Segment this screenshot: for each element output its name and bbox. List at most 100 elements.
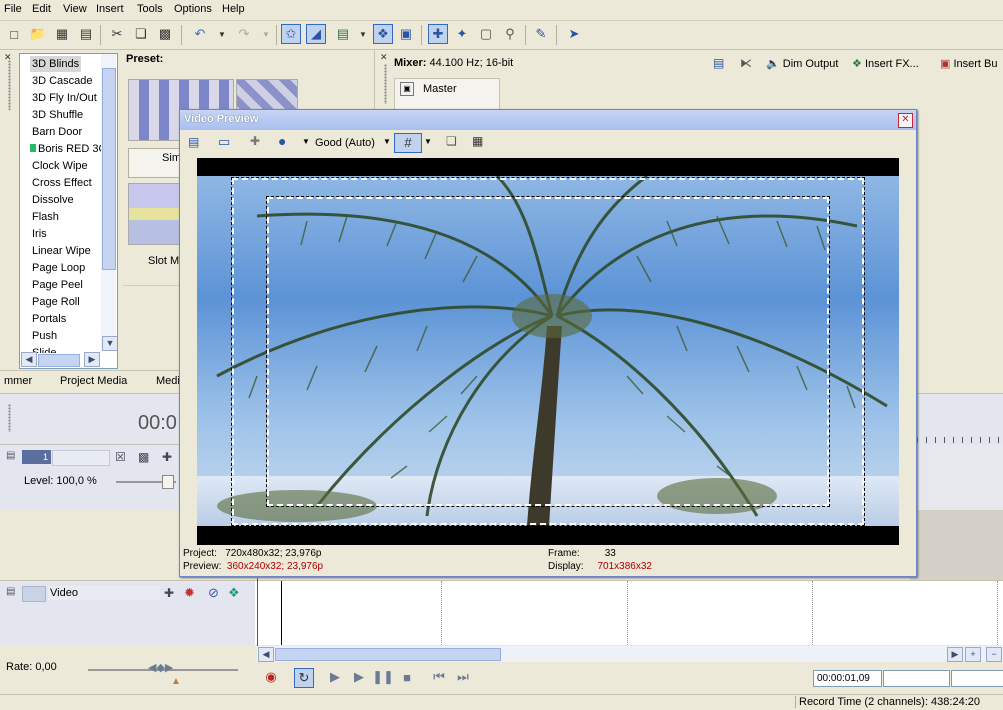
list-item[interactable]: Page Roll [32,294,80,310]
scroll-right-icon[interactable]: ▶ [947,647,963,662]
mixer-properties-icon[interactable]: ▤ [713,56,724,70]
track-collapse-icon[interactable]: ▤ [6,450,18,464]
menu-insert[interactable]: Insert [96,3,124,15]
scroll-right-icon[interactable]: ▶ [84,352,100,367]
track-name-field[interactable] [52,450,110,466]
menu-options[interactable]: Options [174,3,212,15]
preset-thumb-3[interactable] [128,183,182,245]
scroll-down-icon[interactable]: ▼ [102,336,117,351]
list-item[interactable]: Page Peel [32,277,83,293]
list-item[interactable]: 3D Shuffle [32,107,83,123]
list-item[interactable]: 3D Fly In/Out [32,90,97,106]
list-item[interactable]: Iris [32,226,47,242]
preset-item-1[interactable]: Sim [128,148,182,178]
list-item[interactable]: Portals [32,311,66,327]
redo-dropdown-icon[interactable]: ▼ [256,24,276,44]
redo-icon[interactable]: ↷ [234,24,254,44]
preview-properties-icon[interactable]: ▤ [188,135,199,149]
dim-output-button[interactable]: 🔈 Dim Output [766,57,838,70]
automation-icon[interactable]: ✚ [162,450,172,464]
menu-help[interactable]: Help [222,3,245,15]
timecode-field[interactable]: 00:00:01,09 [813,670,882,687]
list-item[interactable]: Clock Wipe [32,158,88,174]
properties-icon[interactable]: ▤ [76,24,96,44]
selection-length-field[interactable] [883,670,950,687]
play-from-start-icon[interactable]: ▶ [326,668,344,686]
video-track-lane[interactable] [255,580,1003,645]
master-fx-icon[interactable]: ▣ [400,82,414,96]
scroll-left-icon[interactable]: ◀ [21,352,37,367]
track-lane-event[interactable] [910,510,1003,580]
envelope-tool-icon[interactable]: ◢ [306,24,326,44]
automation-icon[interactable]: ✚ [164,586,174,600]
timeline-hscroll[interactable]: ◀ ▶ + − [257,646,1003,662]
zoom-in-icon[interactable]: + [965,647,981,662]
menu-file[interactable]: File [4,3,22,15]
hscroll-thumb[interactable] [275,648,501,661]
loop-playback-icon[interactable]: ↻ [294,668,314,688]
undo-dropdown-icon[interactable]: ▼ [212,24,232,44]
quantize-icon[interactable]: ▢ [476,24,496,44]
timeline-grip[interactable] [8,404,11,432]
insert-fx-button[interactable]: ❖ Insert FX... [852,57,919,70]
quality-dropdown-icon[interactable]: ▼ [383,137,391,146]
video-frame[interactable] [197,158,899,545]
go-to-end-icon[interactable]: ⏭ [454,668,472,686]
menu-edit[interactable]: Edit [32,3,51,15]
rate-slider-handle[interactable]: ◀◆▶ [148,661,173,674]
enable-snapping-icon[interactable]: ✦ [452,24,472,44]
list-item[interactable]: Push [32,328,57,344]
paste-icon[interactable]: ▩ [155,24,175,44]
mute-track-icon[interactable]: ⊘ [208,585,219,601]
panel-grip-left[interactable] [8,60,11,110]
preview-quality-dropdown[interactable]: Good (Auto) [315,137,375,149]
scroll-thumb[interactable] [102,68,116,270]
list-item[interactable]: Cross Effect [32,175,92,191]
close-icon[interactable]: ✕ [898,113,913,128]
list-item[interactable]: 3D Blinds [30,56,82,72]
list-vscroll[interactable] [101,54,116,350]
selection-tool-icon[interactable]: ▤ [333,24,353,44]
go-to-start-icon[interactable]: ⏮ [430,668,448,686]
tab-trimmer[interactable]: mmer [4,375,32,387]
auto-ripple-icon[interactable]: ❖ [373,24,393,44]
play-icon[interactable]: ▶ [350,668,368,686]
preview-mode-icon[interactable]: ● [278,133,286,149]
overlays-grid-icon[interactable]: # [394,133,422,153]
normal-edit-tool-icon[interactable]: ✩ [281,24,301,44]
insert-bus-button[interactable]: ▣ Insert Bu [940,57,998,70]
mute-icon[interactable]: ☒ [115,450,126,464]
panel-grip-mixer[interactable] [384,64,387,104]
close-panel-icon[interactable]: ✕ [4,52,12,62]
list-item[interactable]: Dissolve [32,192,74,208]
preview-mode-dropdown-icon[interactable]: ▼ [302,137,310,146]
lock-envelopes-icon[interactable]: ▣ [396,24,416,44]
event-fx-icon[interactable]: ✎ [531,24,551,44]
track-collapse-icon[interactable]: ▤ [6,586,15,597]
copy-icon[interactable]: ❏ [131,24,151,44]
pause-icon[interactable]: ❚❚ [372,668,394,686]
tab-media[interactable]: Medi [156,375,180,387]
ruler-area[interactable] [916,397,1003,443]
menu-tools[interactable]: Tools [137,3,163,15]
level-slider-thumb[interactable] [162,475,174,489]
list-item[interactable]: Page Loop [32,260,85,276]
solo-icon[interactable]: ▩ [138,450,149,464]
zoom-out-icon[interactable]: − [986,647,1002,662]
scroll-left-icon[interactable]: ◀ [258,647,274,662]
what-is-this-icon[interactable]: ➤ [564,24,584,44]
snapping-icon[interactable]: ✚ [428,24,448,44]
cut-icon[interactable]: ✂ [107,24,127,44]
external-monitor-icon[interactable]: ▭ [218,134,230,150]
save-icon[interactable]: ▦ [52,24,72,44]
split-screen-icon[interactable]: ✚ [250,134,260,148]
save-snapshot-icon[interactable]: ▦ [472,134,483,148]
hscroll-thumb[interactable] [38,354,80,367]
stop-icon[interactable]: ■ [398,668,416,686]
list-item[interactable]: Flash [32,209,59,225]
list-item[interactable]: Linear Wipe [32,243,91,259]
menu-view[interactable]: View [63,3,87,15]
video-preview-titlebar[interactable]: Video Preview ✕ [180,110,916,130]
mixer-mute-icon[interactable]: ⧔ [740,56,752,70]
tab-project-media[interactable]: Project Media [60,375,127,387]
